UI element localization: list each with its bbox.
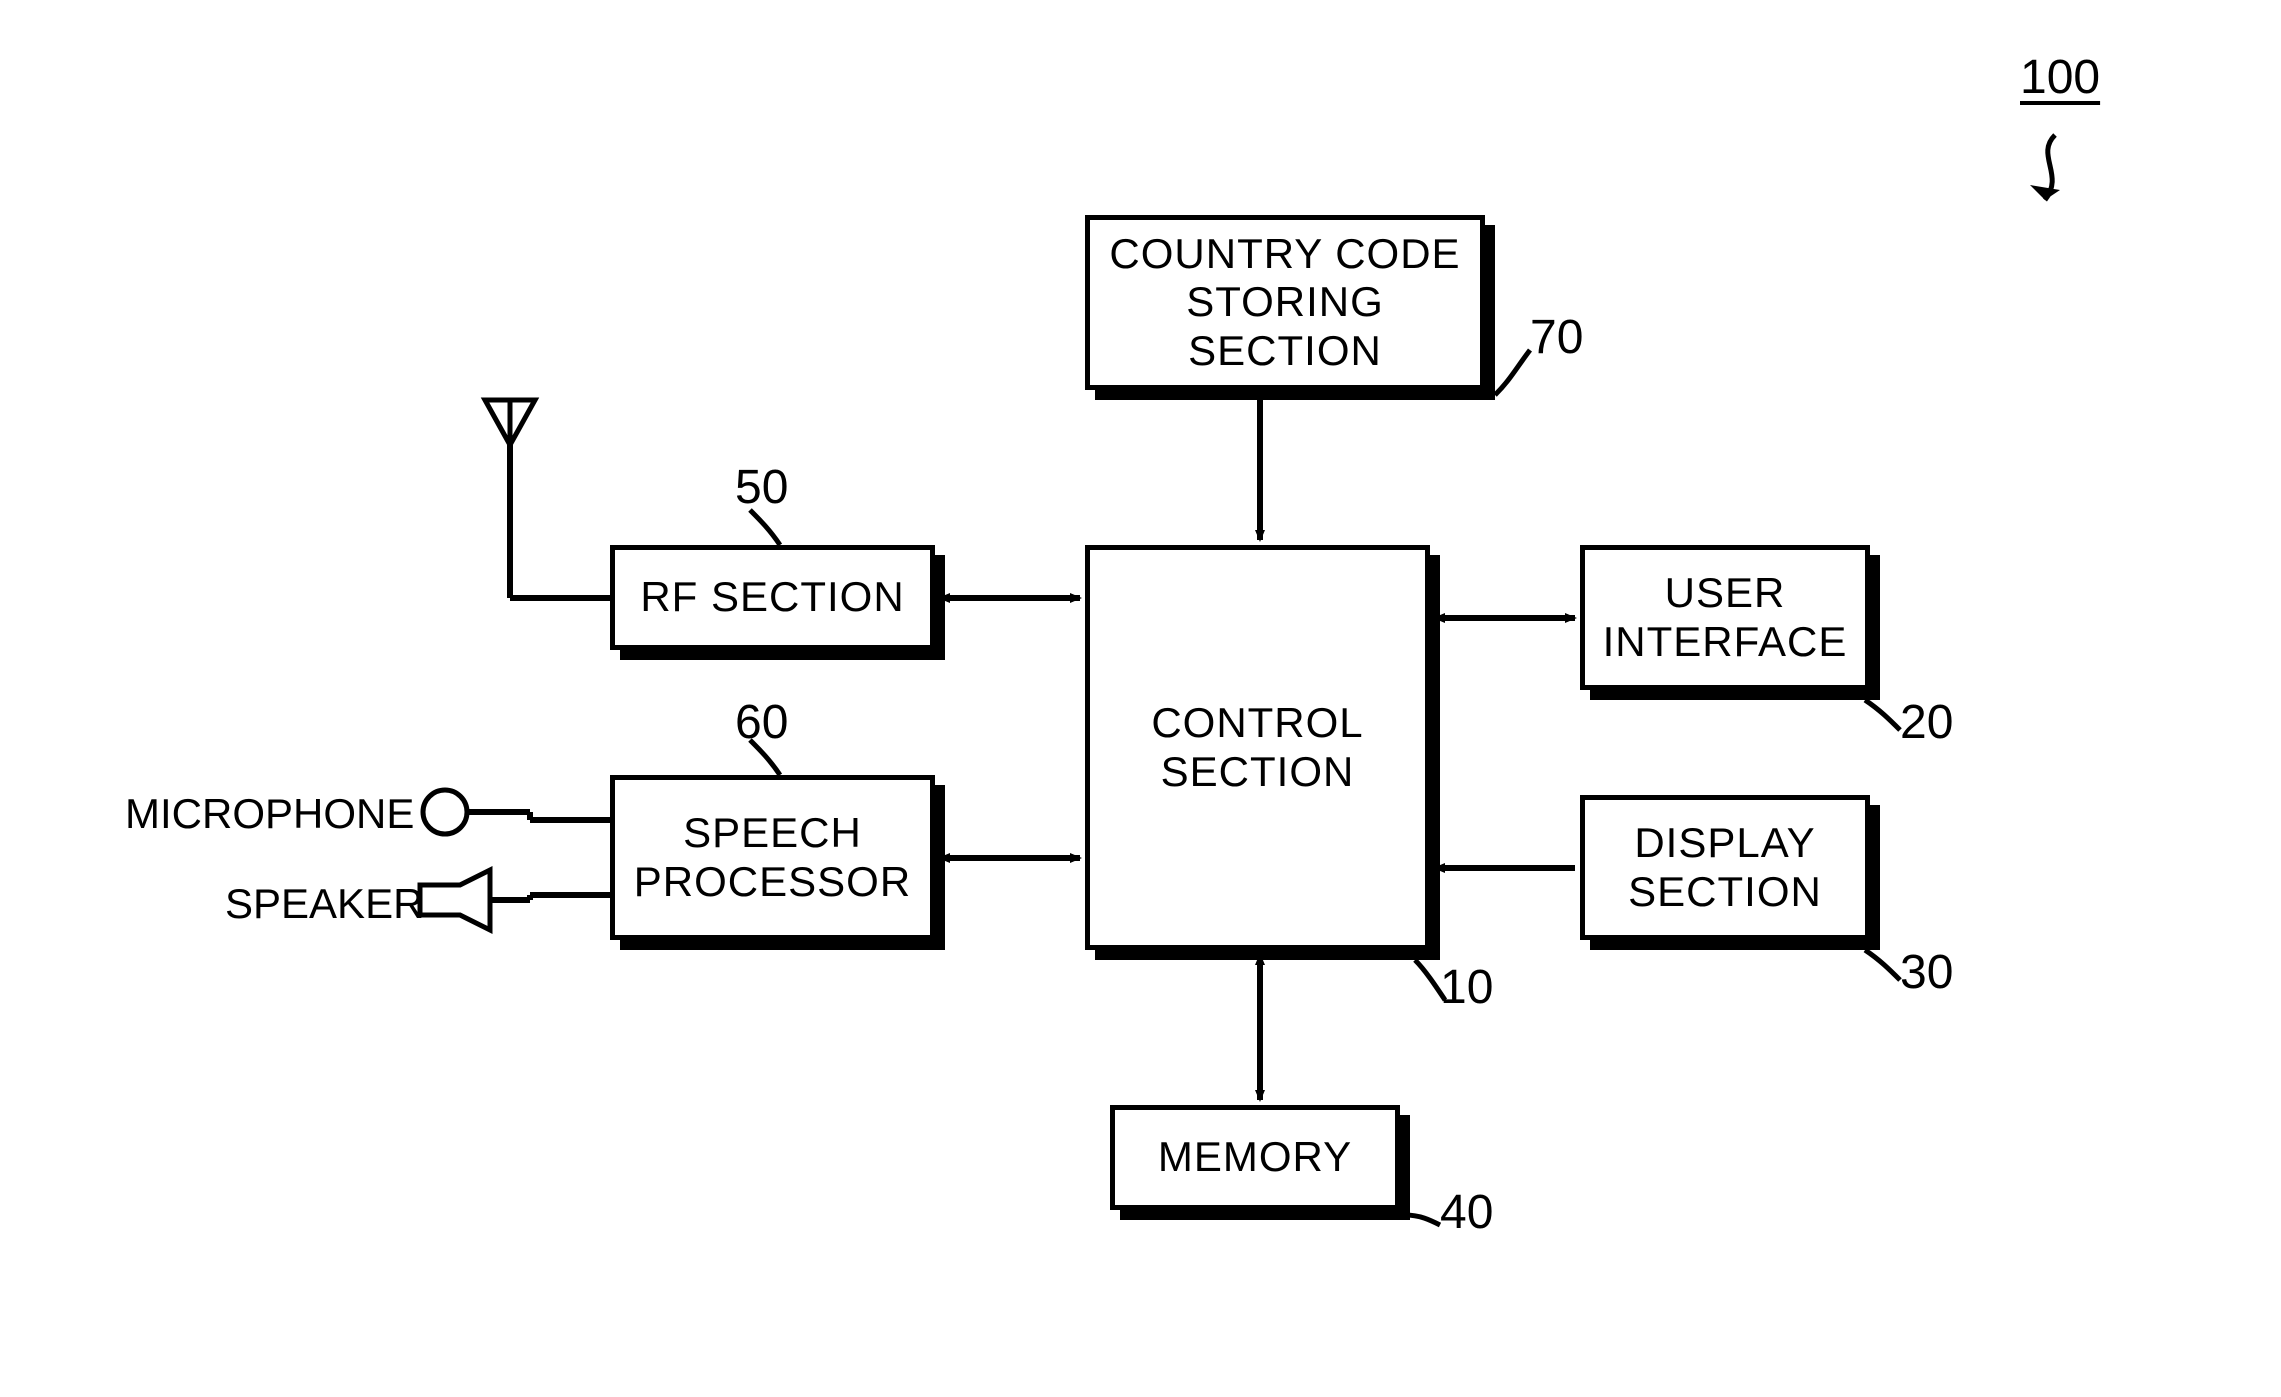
block-country-code-label: COUNTRY CODE STORING SECTION: [1109, 230, 1460, 375]
ref-20: 20: [1900, 695, 1953, 750]
ref-10: 10: [1440, 960, 1493, 1015]
block-speech-label: SPEECH PROCESSOR: [634, 809, 911, 906]
ref-10-text: 10: [1440, 961, 1493, 1014]
block-speech: SPEECH PROCESSOR: [610, 775, 935, 940]
ref-100: 100: [2020, 50, 2100, 105]
block-memory: MEMORY: [1110, 1105, 1400, 1210]
block-user-interface: USER INTERFACE: [1580, 545, 1870, 690]
ref-40-text: 40: [1440, 1186, 1493, 1239]
ref-70-text: 70: [1530, 311, 1583, 364]
block-display: DISPLAY SECTION: [1580, 795, 1870, 940]
diagram-stage: 100 COUNTRY CODE STORING SECTION 70 CONT…: [0, 0, 2281, 1397]
ref-30: 30: [1900, 945, 1953, 1000]
ref-30-text: 30: [1900, 946, 1953, 999]
label-microphone-text: MICROPHONE: [125, 790, 414, 837]
label-speaker: SPEAKER: [225, 880, 423, 928]
ref-60-text: 60: [735, 696, 788, 749]
label-speaker-text: SPEAKER: [225, 880, 423, 927]
block-memory-label: MEMORY: [1158, 1133, 1352, 1181]
ref-50-text: 50: [735, 461, 788, 514]
block-rf: RF SECTION: [610, 545, 935, 650]
ref-20-text: 20: [1900, 696, 1953, 749]
ref-100-text: 100: [2020, 51, 2100, 104]
ref-60: 60: [735, 695, 788, 750]
ref-70: 70: [1530, 310, 1583, 365]
ref-50: 50: [735, 460, 788, 515]
block-user-interface-label: USER INTERFACE: [1603, 569, 1848, 666]
block-control: CONTROL SECTION: [1085, 545, 1430, 950]
label-microphone: MICROPHONE: [125, 790, 414, 838]
block-country-code: COUNTRY CODE STORING SECTION: [1085, 215, 1485, 390]
block-rf-label: RF SECTION: [640, 573, 904, 621]
block-control-label: CONTROL SECTION: [1151, 699, 1363, 796]
ref-40: 40: [1440, 1185, 1493, 1240]
block-display-label: DISPLAY SECTION: [1628, 819, 1822, 916]
